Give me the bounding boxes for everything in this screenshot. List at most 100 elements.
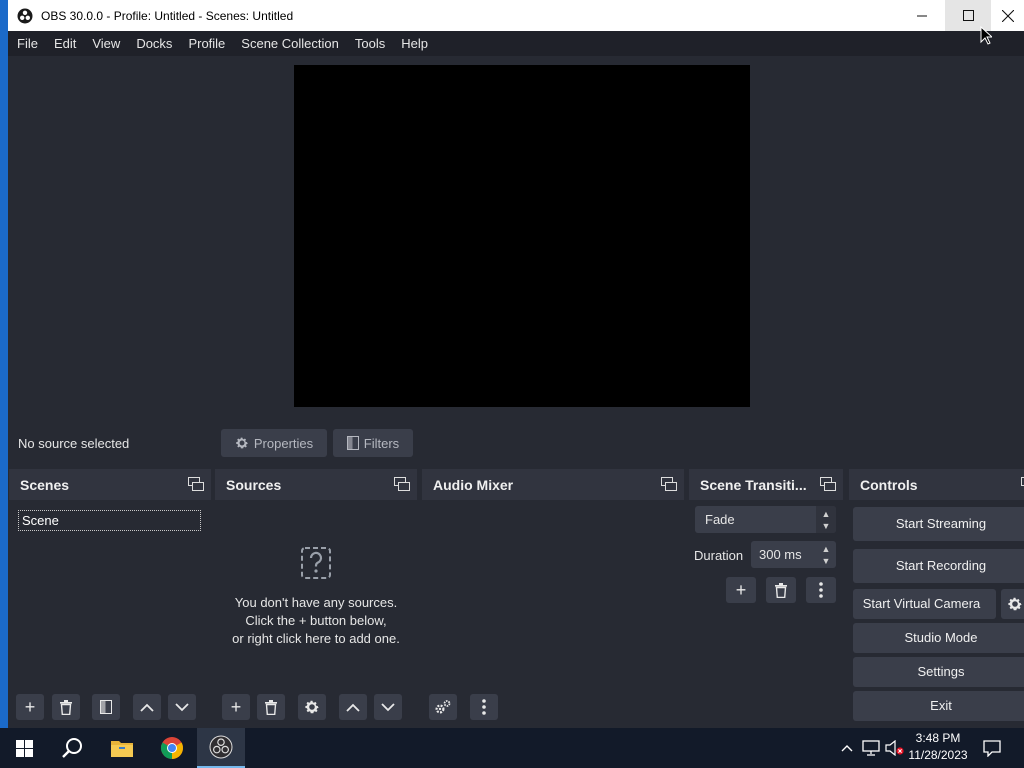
chevron-down-icon: [381, 702, 395, 711]
plus-icon: +: [230, 696, 242, 717]
filter-icon: [100, 700, 112, 714]
audio-mixer-dock-header: Audio Mixer: [422, 469, 684, 500]
remove-transition-button[interactable]: [766, 577, 796, 603]
exit-button[interactable]: Exit: [853, 691, 1024, 721]
source-properties-button[interactable]: [298, 694, 326, 720]
chevron-up-icon: [346, 703, 360, 712]
audio-mixer-body: [422, 500, 684, 727]
add-source-button[interactable]: +: [222, 694, 250, 720]
remove-source-button[interactable]: [257, 694, 285, 720]
empty-line-2: Click the + button below,: [245, 613, 387, 628]
maximize-icon: [962, 10, 974, 21]
menu-scene-collection[interactable]: Scene Collection: [233, 36, 347, 51]
duration-value: 300 ms: [759, 547, 802, 562]
sources-list[interactable]: You don't have any sources. Click the + …: [215, 500, 417, 727]
scenes-dock-header: Scenes: [9, 469, 211, 500]
clock-date: 11/28/2023: [908, 748, 968, 762]
scenes-list[interactable]: Scene +: [9, 500, 211, 727]
duration-label: Duration: [694, 548, 744, 563]
settings-button[interactable]: Settings: [853, 657, 1024, 687]
menu-edit[interactable]: Edit: [46, 36, 84, 51]
add-transition-button[interactable]: +: [726, 577, 756, 603]
sources-toolbar: +: [215, 689, 417, 727]
menu-view[interactable]: View: [84, 36, 128, 51]
scene-transitions-dock: Scene Transiti... Fade ▲ ▼ Duration 300 m…: [689, 469, 843, 727]
obs-window: OBS 30.0.0 - Profile: Untitled - Scenes:…: [8, 0, 1024, 728]
move-scene-down-button[interactable]: [168, 694, 196, 720]
system-clock[interactable]: 3:48 PM 11/28/2023: [906, 730, 970, 764]
transition-menu-button[interactable]: [806, 577, 836, 603]
start-recording-button[interactable]: Start Recording: [853, 549, 1024, 583]
properties-label: Properties: [253, 435, 314, 451]
virtual-camera-config-button[interactable]: [1001, 589, 1024, 619]
remove-scene-button[interactable]: [52, 694, 80, 720]
chevron-up-icon: [841, 745, 853, 752]
show-hidden-icons-button[interactable]: [838, 728, 856, 768]
spin-arrows-icon[interactable]: ▲ ▼: [816, 541, 836, 568]
clock-time: 3:48 PM: [915, 731, 961, 745]
undock-icon[interactable]: [394, 477, 410, 491]
controls-dock-header: Controls: [849, 469, 1024, 500]
source-toolbar: No source selected Properties Filters: [8, 425, 1024, 461]
taskbar: 3:48 PM 11/28/2023: [0, 728, 1024, 768]
source-status: No source selected: [18, 436, 130, 451]
preview-area: [8, 56, 1024, 420]
obs-taskbar-button[interactable]: [197, 728, 245, 768]
file-explorer-button[interactable]: [98, 728, 146, 768]
properties-button[interactable]: Properties: [221, 429, 327, 457]
volume-status[interactable]: [884, 728, 906, 768]
minimize-icon: [916, 15, 927, 17]
add-scene-button[interactable]: +: [16, 694, 44, 720]
duration-spinbox[interactable]: 300 ms ▲ ▼: [751, 541, 836, 568]
move-source-down-button[interactable]: [374, 694, 402, 720]
search-icon: [62, 738, 82, 758]
advanced-audio-button[interactable]: [429, 694, 457, 720]
minimize-button[interactable]: [899, 0, 945, 31]
start-streaming-button[interactable]: Start Streaming: [853, 507, 1024, 541]
title-bar: OBS 30.0.0 - Profile: Untitled - Scenes:…: [8, 0, 1024, 31]
list-item[interactable]: Scene: [18, 510, 201, 531]
transitions-body: Fade ▲ ▼ Duration 300 ms ▲ ▼ +: [689, 500, 843, 727]
menu-file[interactable]: File: [8, 36, 46, 51]
transitions-dock-header: Scene Transiti...: [689, 469, 843, 500]
network-status[interactable]: [860, 728, 882, 768]
chrome-button[interactable]: [148, 728, 196, 768]
empty-line-1: You don't have any sources.: [234, 595, 398, 610]
studio-mode-button[interactable]: Studio Mode: [853, 623, 1024, 653]
gear-icon: [1008, 597, 1022, 611]
network-icon: [862, 740, 880, 756]
menu-help[interactable]: Help: [393, 36, 436, 51]
controls-dock-title: Controls: [860, 476, 918, 493]
sources-dock-header: Sources: [215, 469, 417, 500]
menu-bar: File Edit View Docks Profile Scene Colle…: [8, 31, 1024, 56]
undock-icon[interactable]: [820, 477, 836, 491]
audio-mixer-dock-title: Audio Mixer: [433, 476, 514, 493]
preview-canvas[interactable]: [294, 65, 750, 407]
menu-tools[interactable]: Tools: [347, 36, 393, 51]
mixer-toolbar: [422, 689, 684, 727]
notifications-button[interactable]: [978, 728, 1006, 768]
speaker-muted-icon: [885, 740, 904, 756]
close-button[interactable]: [991, 0, 1024, 31]
menu-profile[interactable]: Profile: [180, 36, 233, 51]
cursor-icon: [980, 26, 992, 45]
scenes-dock-title: Scenes: [20, 476, 70, 493]
trash-icon: [775, 582, 787, 598]
transition-select[interactable]: Fade ▲ ▼: [695, 506, 836, 533]
chevron-up-icon: [140, 703, 154, 712]
undock-icon[interactable]: [661, 477, 677, 491]
mixer-menu-button[interactable]: [470, 694, 498, 720]
virtual-camera-label: Start Virtual Camera: [862, 596, 981, 611]
start-virtual-camera-button[interactable]: Start Virtual Camera: [853, 589, 996, 619]
move-source-up-button[interactable]: [339, 694, 367, 720]
menu-docks[interactable]: Docks: [128, 36, 180, 51]
filters-button[interactable]: Filters: [333, 429, 413, 457]
chevron-down-icon: [175, 702, 189, 711]
windows-logo-icon: [15, 739, 33, 757]
question-icon: [301, 547, 331, 579]
scene-filters-button[interactable]: [92, 694, 120, 720]
search-button[interactable]: [48, 728, 96, 768]
undock-icon[interactable]: [188, 477, 204, 491]
start-button[interactable]: [0, 728, 48, 768]
move-scene-up-button[interactable]: [133, 694, 161, 720]
